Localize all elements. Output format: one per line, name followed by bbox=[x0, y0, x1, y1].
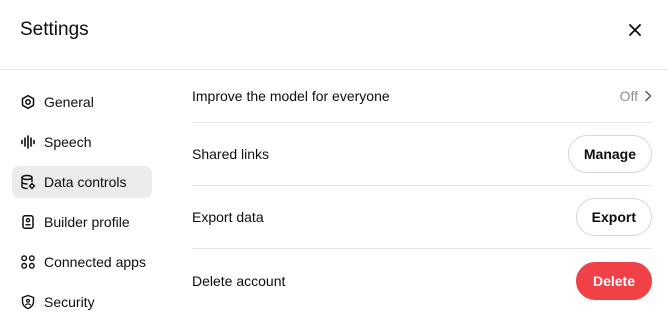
sidebar-item-general[interactable]: General bbox=[12, 86, 152, 118]
setting-label: Export data bbox=[192, 209, 264, 225]
apps-grid-icon bbox=[20, 254, 36, 270]
sidebar-item-security[interactable]: Security bbox=[12, 286, 152, 318]
sidebar-item-label: Builder profile bbox=[44, 214, 130, 230]
settings-sidebar: General Speech Data controls Builder pro… bbox=[12, 86, 152, 324]
close-icon bbox=[629, 24, 641, 36]
id-badge-icon bbox=[20, 214, 36, 230]
sidebar-item-data-controls[interactable]: Data controls bbox=[12, 166, 152, 198]
setting-row-delete-account: Delete account Delete bbox=[192, 249, 652, 312]
sidebar-item-builder-profile[interactable]: Builder profile bbox=[12, 206, 152, 238]
page-title: Settings bbox=[20, 19, 89, 40]
waveform-icon bbox=[20, 134, 36, 150]
chevron-right-icon bbox=[645, 90, 652, 102]
setting-label: Delete account bbox=[192, 272, 286, 289]
sidebar-item-connected-apps[interactable]: Connected apps bbox=[12, 246, 152, 278]
setting-row-export-data: Export data Export bbox=[192, 186, 652, 249]
setting-row-shared-links: Shared links Manage bbox=[192, 123, 652, 186]
sidebar-item-label: Connected apps bbox=[44, 254, 146, 270]
delete-button[interactable]: Delete bbox=[575, 261, 652, 300]
settings-header: Settings bbox=[0, 0, 668, 70]
sidebar-item-speech[interactable]: Speech bbox=[12, 126, 152, 158]
sidebar-item-label: Security bbox=[44, 294, 95, 310]
export-button[interactable]: Export bbox=[575, 198, 652, 236]
setting-row-improve-model: Improve the model for everyone Off bbox=[192, 70, 652, 123]
sidebar-item-label: Data controls bbox=[44, 174, 127, 190]
database-icon bbox=[20, 174, 36, 190]
manage-button[interactable]: Manage bbox=[567, 135, 652, 173]
setting-label: Shared links bbox=[192, 146, 270, 162]
sidebar-item-label: General bbox=[44, 94, 94, 110]
data-controls-panel: Improve the model for everyone Off Share… bbox=[192, 70, 652, 312]
shield-icon bbox=[20, 294, 36, 310]
sidebar-item-label: Speech bbox=[44, 134, 92, 150]
setting-label: Improve the model for everyone bbox=[192, 88, 390, 104]
gear-icon bbox=[20, 94, 36, 110]
setting-value: Off bbox=[619, 88, 638, 104]
close-button[interactable] bbox=[622, 17, 648, 43]
improve-model-toggle-value[interactable]: Off bbox=[620, 88, 652, 104]
